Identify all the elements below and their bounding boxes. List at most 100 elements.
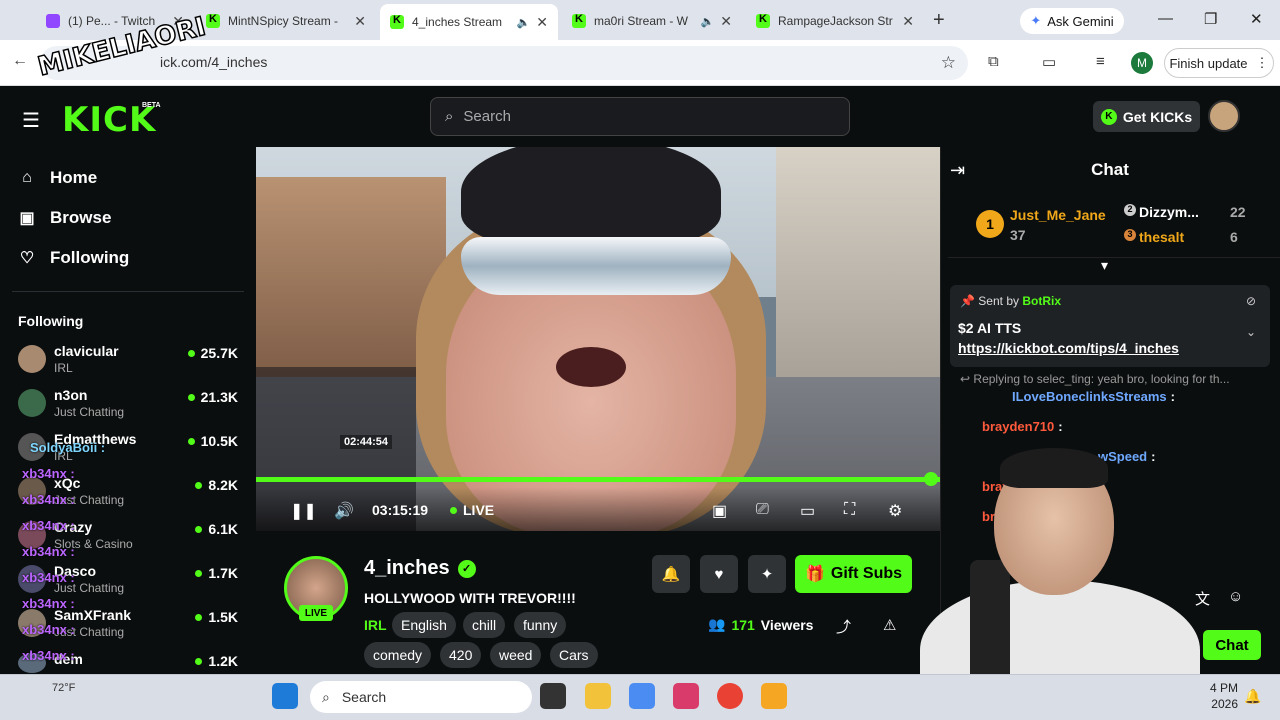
tag-chip[interactable]: weed <box>490 642 542 668</box>
leaderboard-count: 37 <box>1010 227 1026 243</box>
pause-icon[interactable]: ❚❚ <box>290 501 317 521</box>
viewer-count-value: 10.5K <box>200 433 238 449</box>
weather-widget[interactable]: 72°F <box>52 682 75 694</box>
live-dot-icon <box>187 437 195 445</box>
followed-channel[interactable]: clavicular IRL 25.7K <box>18 343 240 383</box>
tag-chip[interactable]: funny <box>514 612 567 638</box>
close-window-button[interactable]: ✕ <box>1250 10 1263 28</box>
leaderboard-name[interactable]: Just_Me_Jane <box>1010 207 1106 223</box>
restore-button[interactable]: ❐ <box>1204 10 1217 28</box>
report-warning-icon[interactable]: ⚠ <box>883 616 896 634</box>
search-placeholder: Search <box>463 108 511 125</box>
task-view-icon[interactable] <box>540 683 566 709</box>
expand-leaderboard-icon[interactable]: ▾ <box>1101 257 1108 274</box>
tag-chip[interactable]: chill <box>463 612 506 638</box>
minimize-button[interactable]: — <box>1158 10 1173 27</box>
overlay-chat-name: xb34nx : <box>22 518 75 533</box>
chat-message[interactable]: brayden710: <box>982 419 1063 434</box>
windows-start-icon[interactable] <box>272 683 298 709</box>
tag-chip[interactable]: 420 <box>440 642 482 668</box>
nav-home-label: Home <box>50 168 98 187</box>
leaderboard-name[interactable]: Dizzym... <box>1139 204 1199 220</box>
notifications-bell-icon[interactable]: 🔔 <box>1244 688 1261 705</box>
close-tab-icon[interactable]: ✕ <box>536 14 548 31</box>
pinned-sender-name[interactable]: BotRix <box>1022 294 1061 308</box>
clock-date: 2026 <box>1211 697 1238 711</box>
media-controls-icon[interactable]: ≡ <box>1096 53 1105 70</box>
new-tab-button[interactable]: + <box>933 9 945 32</box>
file-explorer-icon[interactable] <box>585 683 611 709</box>
close-tab-icon[interactable]: ✕ <box>902 13 914 30</box>
pinned-message-link[interactable]: https://kickbot.com/tips/4_inches <box>958 340 1179 356</box>
ask-gemini-button[interactable]: ✦ Ask Gemini <box>1020 8 1124 34</box>
follow-button[interactable]: ♥ <box>700 555 738 593</box>
tag-chip[interactable]: English <box>392 612 456 638</box>
clip-icon[interactable]: ⎚ <box>756 501 769 519</box>
pinned-message: 📌 Sent by BotRix ⊘ $2 AI TTS https://kic… <box>950 285 1270 367</box>
chevron-down-icon[interactable]: ⌄ <box>1246 325 1256 339</box>
mini-player-icon[interactable]: ▣ <box>712 501 727 521</box>
close-tab-icon[interactable]: ✕ <box>354 13 366 30</box>
cast-icon[interactable]: ▭ <box>1042 53 1056 71</box>
back-arrow-icon[interactable]: ← <box>12 52 28 70</box>
kicks-sparkle-button[interactable]: ✦ <box>748 555 786 593</box>
followed-channel[interactable]: n3on Just Chatting 21.3K <box>18 387 240 427</box>
leaderboard-name[interactable]: thesalt <box>1139 229 1184 245</box>
finish-update-button[interactable]: Finish update ⋮ <box>1164 48 1274 78</box>
taskbar-search-label: Search <box>341 689 387 705</box>
streamer-sunglasses <box>461 237 731 295</box>
chrome-icon[interactable] <box>717 683 743 709</box>
hamburger-menu-icon[interactable]: ☰ <box>22 108 40 133</box>
browser-tab[interactable]: MintNSpicy Stream - ✕ <box>196 6 376 36</box>
category-link[interactable]: IRL <box>364 617 387 633</box>
seek-bar[interactable] <box>256 477 940 482</box>
get-kicks-button[interactable]: K Get KICKs <box>1093 101 1200 132</box>
extensions-icon[interactable]: ⧉ <box>988 53 999 70</box>
send-chat-button[interactable]: Chat <box>1203 630 1261 660</box>
app-icon[interactable] <box>673 683 699 709</box>
reply-arrow-icon: ↩ <box>960 372 971 386</box>
chat-message[interactable]: ILoveBoneclinksStreams: <box>1012 389 1175 404</box>
unpin-icon[interactable]: ⊘ <box>1246 294 1256 308</box>
fullscreen-icon[interactable]: ⛶ <box>844 501 855 519</box>
close-tab-icon[interactable]: ✕ <box>720 13 732 30</box>
nav-browse-label: Browse <box>50 208 112 227</box>
profile-avatar[interactable]: M <box>1131 52 1153 74</box>
share-icon[interactable]: ⤴ <box>836 616 851 637</box>
url-text[interactable]: ick.com/4_inches <box>160 54 267 70</box>
live-indicator[interactable]: LIVE <box>450 502 494 518</box>
emoji-icon[interactable]: ☺ <box>1228 588 1243 605</box>
app-icon[interactable] <box>761 683 787 709</box>
live-dot-icon <box>187 393 195 401</box>
taskbar-search[interactable]: ⌕ Search <box>310 681 532 713</box>
system-clock[interactable]: 4 PM 2026 <box>1204 680 1238 712</box>
theater-mode-icon[interactable]: ▭ <box>800 501 815 521</box>
browser-tab[interactable]: RampageJackson Str ✕ <box>746 6 924 36</box>
site-search-input[interactable]: ⌕ Search <box>430 97 850 136</box>
omnibox[interactable]: ick.com/4_inches ☆ <box>40 46 968 80</box>
address-bar-row: ← ick.com/4_inches ☆ ⧉ ▭ ≡ M Finish upda… <box>0 40 1280 86</box>
chat-username[interactable]: brayden710 <box>982 419 1054 434</box>
browser-tab-active[interactable]: 4_inches Stream 🔈 ✕ <box>380 4 558 40</box>
kick-favicon-icon <box>572 13 586 28</box>
nav-browse[interactable]: ▣ Browse <box>18 208 111 228</box>
copilot-icon[interactable] <box>629 683 655 709</box>
notification-bell-button[interactable]: 🔔 <box>652 555 690 593</box>
nav-home[interactable]: ⌂ Home <box>18 168 97 188</box>
gift-subs-button[interactable]: 🎁 Gift Subs <box>795 555 912 593</box>
settings-gear-icon[interactable]: ⚙ <box>888 501 902 521</box>
channel-name[interactable]: 4_inches <box>364 557 450 580</box>
user-avatar[interactable] <box>1208 100 1240 132</box>
browse-icon: ▣ <box>19 210 35 227</box>
volume-icon[interactable]: 🔊 <box>334 501 354 521</box>
tag-chip[interactable]: Cars <box>550 642 598 668</box>
tag-chip[interactable]: comedy <box>364 642 432 668</box>
speaker-icon[interactable]: 🔈 <box>701 15 715 28</box>
chat-username[interactable]: ILoveBoneclinksStreams <box>1012 389 1167 404</box>
speaker-icon[interactable]: 🔈 <box>517 16 531 29</box>
bookmark-star-icon[interactable]: ☆ <box>941 53 956 73</box>
viewer-count: 1.7K <box>195 565 238 581</box>
video-player[interactable]: 02:44:54 ❚❚ 🔊 03:15:19 LIVE ▣ ⎚ ▭ ⛶ ⚙ <box>256 147 940 531</box>
browser-tab[interactable]: ma0ri Stream - W 🔈 ✕ <box>562 6 742 36</box>
nav-following[interactable]: ♡ Following <box>18 248 130 268</box>
